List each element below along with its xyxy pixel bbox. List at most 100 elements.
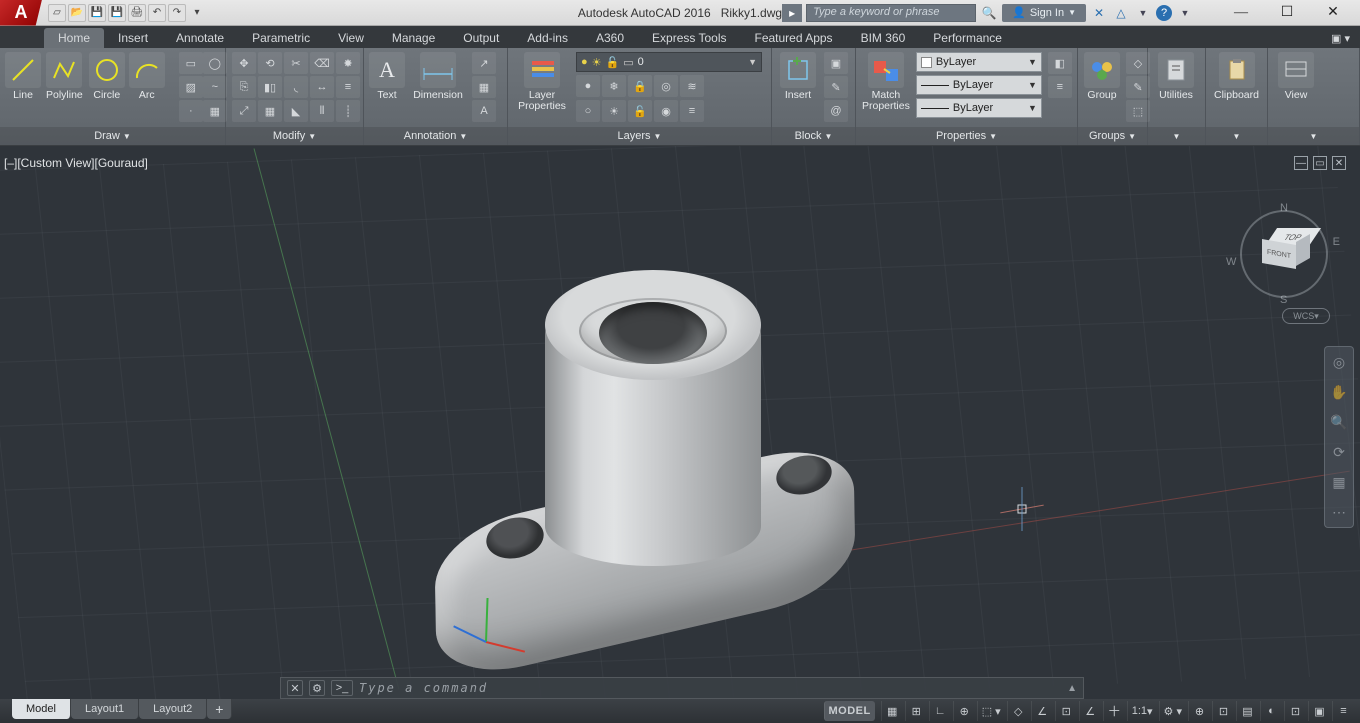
chamfer-icon[interactable]: ◣ <box>284 100 308 122</box>
panel-title-modify[interactable]: Modify ▼ <box>226 127 363 145</box>
compass-e[interactable]: E <box>1333 236 1340 248</box>
cmdline-customize-icon[interactable]: ⚙ <box>309 680 325 696</box>
navbar-more-icon[interactable]: ⋯ <box>1328 501 1350 523</box>
rotate-icon[interactable]: ⟲ <box>258 52 282 74</box>
text-button[interactable]: A Text <box>370 52 404 101</box>
tab-parametric[interactable]: Parametric <box>238 28 324 48</box>
color-dropdown[interactable]: ByLayer▼ <box>916 52 1042 72</box>
viewcube[interactable]: N E S W TOP FRONT <box>1234 204 1334 304</box>
hardware-accel-icon[interactable]: ◐ <box>1260 701 1282 721</box>
qat-save-icon[interactable]: 💾 <box>88 4 106 22</box>
layer-thaw-icon[interactable]: ☀ <box>602 100 626 122</box>
cmdline-close-icon[interactable]: ✕ <box>287 680 303 696</box>
tab-annotate[interactable]: Annotate <box>162 28 238 48</box>
qat-open-icon[interactable]: 📂 <box>68 4 86 22</box>
layout1-tab[interactable]: Layout1 <box>71 699 139 719</box>
clipboard-button[interactable]: Clipboard <box>1212 52 1261 101</box>
minimize-button[interactable]: — <box>1218 1 1264 25</box>
layer-freeze-icon[interactable]: ❄ <box>602 75 626 97</box>
view-button[interactable]: View <box>1274 52 1318 101</box>
app-menu-button[interactable]: A <box>0 0 42 26</box>
isolate-objects-icon[interactable]: ⊡ <box>1284 701 1306 721</box>
close-button[interactable]: ✕ <box>1310 1 1356 25</box>
panel-title-layers[interactable]: Layers ▼ <box>508 127 771 145</box>
isodraft-toggle-icon[interactable]: ⬚ ▾ <box>977 701 1005 721</box>
line-button[interactable]: Line <box>6 52 40 101</box>
polar-toggle-icon[interactable]: ⊕ <box>953 701 975 721</box>
copy-icon[interactable]: ⎘ <box>232 76 256 98</box>
match-properties-button[interactable]: Match Properties <box>862 52 910 112</box>
workspace-switch-icon[interactable]: ⚙ ▾ <box>1159 701 1186 721</box>
units-icon[interactable]: ⊡ <box>1212 701 1234 721</box>
tab-featured-apps[interactable]: Featured Apps <box>741 28 847 48</box>
tab-view[interactable]: View <box>324 28 378 48</box>
layer-unlock-icon[interactable]: 🔓 <box>628 100 652 122</box>
panel-title-draw[interactable]: Draw ▼ <box>0 127 225 145</box>
zoom-icon[interactable]: 🔍 <box>1328 411 1350 433</box>
tab-bim360[interactable]: BIM 360 <box>847 28 920 48</box>
ellipse-icon[interactable]: ◯ <box>203 52 227 74</box>
offset-icon[interactable]: ≡ <box>336 76 360 98</box>
current-layer-dropdown[interactable]: ● ☀ 🔓 ▭ 0 ▼ <box>576 52 762 72</box>
wcs-indicator[interactable]: WCS ▾ <box>1282 308 1330 324</box>
drawing-viewport[interactable]: [–][Custom View][Gouraud] — ▭ ✕ N E S W … <box>0 146 1360 699</box>
grid-toggle-icon[interactable]: ▦ <box>881 701 903 721</box>
model-tab[interactable]: Model <box>12 699 71 719</box>
help-icon[interactable]: ? <box>1156 5 1172 21</box>
qat-saveas-icon[interactable]: 💾 <box>108 4 126 22</box>
maximize-button[interactable]: ☐ <box>1264 1 1310 25</box>
region-icon[interactable]: ▦ <box>203 100 227 122</box>
attribute-icon[interactable]: @ <box>824 100 848 122</box>
layer-off-icon[interactable]: ● <box>576 75 600 97</box>
ucs-icon[interactable] <box>470 583 540 653</box>
list-icon[interactable]: ≡ <box>1048 76 1072 98</box>
osnap-toggle-icon[interactable]: ◇ <box>1007 701 1029 721</box>
showmotion-icon[interactable]: ▦ <box>1328 471 1350 493</box>
chevron-down-icon[interactable]: ▼ <box>1134 4 1152 22</box>
ortho-toggle-icon[interactable]: ∟ <box>929 701 951 721</box>
orbit-icon[interactable]: ⟳ <box>1328 441 1350 463</box>
rectangle-icon[interactable]: ▭ <box>179 52 203 74</box>
arc-button[interactable]: Arc <box>131 52 163 101</box>
clean-screen-icon[interactable]: ▣ <box>1308 701 1330 721</box>
viewport-minimize-icon[interactable]: — <box>1294 156 1308 170</box>
panel-title-clipboard[interactable]: ▼ <box>1206 127 1267 145</box>
qat-customize-icon[interactable]: ▾ <box>188 4 206 22</box>
customize-status-icon[interactable]: ≡ <box>1332 701 1354 721</box>
compass-w[interactable]: W <box>1226 256 1236 268</box>
lineweight-toggle-icon[interactable]: ∠ <box>1079 701 1101 721</box>
erase-icon[interactable]: ⌫ <box>310 52 334 74</box>
search-play-icon[interactable]: ▸ <box>782 4 802 22</box>
layer-on-icon[interactable]: ○ <box>576 100 600 122</box>
compass-s[interactable]: S <box>1280 294 1287 306</box>
group-select-icon[interactable]: ⬚ <box>1126 100 1150 122</box>
tab-home[interactable]: Home <box>44 28 104 48</box>
panel-title-block[interactable]: Block ▼ <box>772 127 855 145</box>
group-edit-icon[interactable]: ✎ <box>1126 76 1150 98</box>
circle-button[interactable]: Circle <box>89 52 125 101</box>
search-icon[interactable]: 🔍 <box>980 4 998 22</box>
qat-plot-icon[interactable]: 🖨 <box>128 4 146 22</box>
layout2-tab[interactable]: Layout2 <box>139 699 207 719</box>
panel-title-view[interactable]: ▼ <box>1268 127 1359 145</box>
fillet-icon[interactable]: ◟ <box>284 76 308 98</box>
create-block-icon[interactable]: ▣ <box>824 52 848 74</box>
model-space-button[interactable]: MODEL <box>824 701 875 721</box>
signin-button[interactable]: 👤 Sign In ▼ <box>1002 4 1086 22</box>
mtext-icon[interactable]: A <box>472 100 496 122</box>
command-input[interactable]: Type a command <box>359 681 488 695</box>
viewport-label[interactable]: [–][Custom View][Gouraud] <box>4 156 148 170</box>
point-icon[interactable]: · <box>179 100 203 122</box>
otrack-toggle-icon[interactable]: ⊡ <box>1055 701 1077 721</box>
snap-toggle-icon[interactable]: ⊞ <box>905 701 927 721</box>
cmdline-history-icon[interactable]: ▲ <box>1067 683 1077 694</box>
array-icon[interactable]: ▦ <box>258 100 282 122</box>
leader-icon[interactable]: ↗ <box>472 52 496 74</box>
polyline-button[interactable]: Polyline <box>46 52 83 101</box>
viewport-close-icon[interactable]: ✕ <box>1332 156 1346 170</box>
steering-wheel-icon[interactable]: ◎ <box>1328 351 1350 373</box>
ungroup-icon[interactable]: ◇ <box>1126 52 1150 74</box>
scale-icon[interactable]: ⤢ <box>232 100 256 122</box>
panel-title-utilities[interactable]: ▼ <box>1148 127 1205 145</box>
panel-title-annotation[interactable]: Annotation ▼ <box>364 127 507 145</box>
